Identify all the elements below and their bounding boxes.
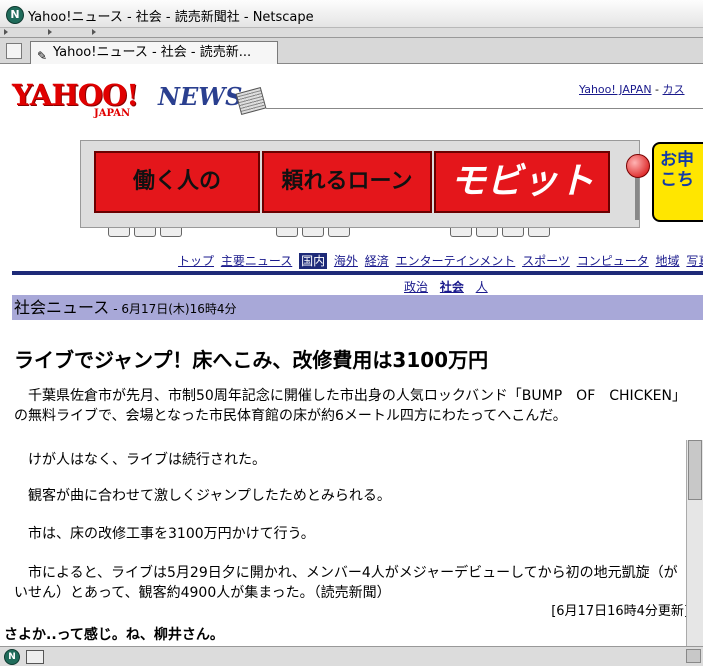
banner-segment-1: 働く人の	[94, 151, 260, 213]
subnav-society[interactable]: 社会	[440, 280, 464, 294]
article-paragraph: けが人はなく、ライブは続行された。	[14, 452, 266, 468]
page-content: YAHOO! JAPAN NEWS Yahoo! JAPAN - カス 働く人の…	[0, 64, 703, 646]
subcategory-nav: 政治 社会 人	[404, 278, 496, 295]
tab-label: Yahoo!ニュース - 社会 - 読売新...	[53, 45, 252, 60]
netscape-icon: N	[6, 6, 24, 24]
nav-rule	[12, 271, 703, 275]
status-resize-grip[interactable]	[686, 649, 701, 663]
banner-lever-stick	[635, 176, 639, 220]
banner-key	[276, 228, 298, 237]
logo-japan-text: JAPAN	[94, 108, 131, 119]
window-titlebar: N Yahoo!ニュース - 社会 - 読売新聞社 - Netscape	[0, 0, 703, 28]
tab-active[interactable]: ✎ Yahoo!ニュース - 社会 - 読売新...	[30, 41, 278, 64]
banner-key	[160, 228, 182, 237]
nav-overseas[interactable]: 海外	[334, 254, 358, 268]
window-title: Yahoo!ニュース - 社会 - 読売新聞社 - Netscape	[28, 10, 314, 25]
logo-news-text: NEWS	[158, 82, 243, 111]
article-paragraph: 観客が曲に合わせて激しくジャンプしたためとみられる。	[14, 488, 391, 504]
nav-computer[interactable]: コンピュータ	[577, 254, 649, 268]
header-rule	[266, 108, 703, 109]
banner-key	[302, 228, 324, 237]
nav-top[interactable]: トップ	[178, 254, 214, 268]
top-links: Yahoo! JAPAN - カス	[579, 83, 685, 96]
banner-mobit-logo: モビット	[434, 151, 610, 213]
category-nav: トップ 主要ニュース 国内 海外 経済 エンターテインメント スポーツ コンピュ…	[178, 252, 703, 269]
banner-key	[134, 228, 156, 237]
banner-key	[528, 228, 550, 237]
yahoo-japan-link[interactable]: Yahoo! JAPAN	[579, 83, 652, 96]
user-comment: さよか..って感じ。ね、柳井さん。	[4, 627, 224, 643]
banner-segment-2: 頼れるローン	[262, 151, 432, 213]
banner-key	[476, 228, 498, 237]
article-headline: ライブでジャンプ！床へこみ、改修費用は3100万円	[14, 348, 489, 372]
toolbar-grip-icon[interactable]	[48, 29, 52, 35]
nav-sports[interactable]: スポーツ	[522, 254, 570, 268]
nav-region[interactable]: 地域	[656, 254, 680, 268]
section-header: 社会ニュース - 6月17日(木)16時4分	[12, 295, 703, 320]
new-tab-icon[interactable]	[6, 43, 22, 59]
banner-apply-line-2: こち	[660, 170, 694, 190]
yahoo-news-logo[interactable]: YAHOO! JAPAN NEWS	[12, 78, 272, 119]
nav-main-news[interactable]: 主要ニュース	[221, 254, 292, 268]
subnav-people[interactable]: 人	[476, 280, 488, 294]
advertisement-banner[interactable]: 働く人の 頼れるローン モビット お申 こち	[80, 140, 703, 240]
nav-economy[interactable]: 経済	[365, 254, 389, 268]
section-name: 社会ニュース	[14, 298, 110, 317]
connection-status-icon[interactable]	[26, 650, 44, 664]
nav-domestic[interactable]: 国内	[299, 253, 328, 269]
article-paragraph: 市によると、ライブは5月29日夕に開かれ、メンバー4人がメジャーデビューしてから…	[14, 565, 678, 601]
page-icon: ✎	[37, 49, 48, 63]
scrollbar-thumb[interactable]	[688, 440, 702, 500]
banner-key	[328, 228, 350, 237]
collapsed-toolbar-strip[interactable]	[0, 28, 703, 38]
banner-lever-knob	[626, 154, 650, 178]
banner-key	[108, 228, 130, 237]
article-paragraph: 千葉県佐倉市が先月、市制50周年記念に開催した市出身の人気ロックバンド「BUMP…	[14, 388, 686, 424]
nav-entertainment[interactable]: エンターテインメント	[396, 254, 516, 268]
vertical-scrollbar[interactable]	[686, 440, 703, 646]
banner-key	[450, 228, 472, 237]
toolbar-grip-icon[interactable]	[4, 29, 8, 35]
customize-link[interactable]: カス	[663, 83, 685, 96]
logo-yahoo-text: YAHOO!	[12, 78, 139, 112]
nav-photo[interactable]: 写真	[686, 254, 703, 268]
banner-apply-box[interactable]: お申 こち	[652, 142, 703, 222]
toolbar-grip-icon[interactable]	[92, 29, 96, 35]
subnav-politics[interactable]: 政治	[404, 280, 428, 294]
article-paragraph: 市は、床の改修工事を3100万円かけて行う。	[14, 526, 315, 542]
tab-bar: ✎ Yahoo!ニュース - 社会 - 読売新...	[0, 38, 703, 64]
netscape-status-icon[interactable]: N	[4, 649, 20, 665]
section-date: - 6月17日(木)16時4分	[113, 302, 237, 316]
article-updated-time: [6月17日16時4分更新]	[551, 604, 689, 619]
status-bar: N	[0, 646, 703, 666]
banner-key	[502, 228, 524, 237]
banner-apply-line-1: お申	[660, 150, 694, 170]
